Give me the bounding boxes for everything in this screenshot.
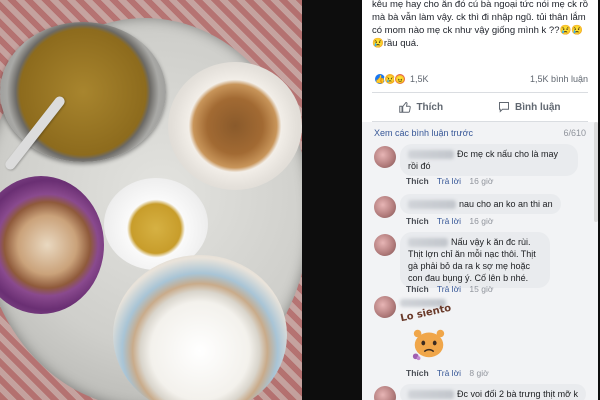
- comment-reply-button[interactable]: Trả lời: [437, 176, 461, 186]
- comment-icon: [498, 102, 509, 113]
- comment-meta: Thích Trả lời 16 giờ: [406, 216, 493, 226]
- comment-count[interactable]: 1,5K bình luận: [530, 74, 588, 84]
- facebook-post-panel: kêu mẹ hay cho ăn đó cú bà ngoại tức nói…: [362, 0, 598, 400]
- comment-item: Nấu vậy k ăn đc rùi. Thịt lợn chỉ ăn mỗi…: [374, 232, 590, 296]
- blurred-author-name[interactable]: [408, 390, 454, 400]
- avatar[interactable]: [374, 196, 396, 218]
- comments-section: Xem các bình luận trước 6/610 Đc mẹ ck n…: [362, 122, 598, 400]
- avatar[interactable]: [374, 234, 396, 256]
- comment-like-button[interactable]: Thích: [406, 284, 429, 294]
- comment-like-button[interactable]: Thích: [406, 216, 429, 226]
- comment-reply-button[interactable]: Trả lời: [437, 216, 461, 226]
- comment-meta: Thích Trả lời 15 giờ: [406, 284, 493, 294]
- view-previous-comments-link[interactable]: Xem các bình luận trước: [374, 128, 473, 142]
- comment-bubble: Đc voi đối 2 bà trưng thịt mỡ k: [400, 384, 586, 400]
- comment-time: 15 giờ: [469, 284, 494, 294]
- crying-bear-icon: [412, 329, 445, 361]
- comment-item: nau cho an ko an thi an Thích Trả lời 16…: [374, 194, 590, 230]
- comment-time: 16 giờ: [469, 216, 494, 226]
- post-text: kêu mẹ hay cho ăn đó cú bà ngoại tức nói…: [362, 0, 598, 50]
- avatar[interactable]: [374, 296, 396, 318]
- blurred-author-name[interactable]: [408, 150, 454, 160]
- comment-reply-button[interactable]: Trả lời: [437, 284, 461, 294]
- reactions-bar[interactable]: 👍 😢 😠 1,5K 1,5K bình luận: [374, 70, 588, 88]
- post-line: mà bà vẫn làm vậy. ck thì đi nhập ngũ. t…: [372, 12, 586, 23]
- comment-bubble: nau cho an ko an thi an: [400, 194, 561, 214]
- comment-text: nau cho an ko an thi an: [459, 199, 553, 209]
- comment-text: Đc voi đối 2 bà trưng thịt mỡ k: [457, 389, 578, 399]
- comment-page-count: 6/610: [563, 128, 586, 138]
- avatar[interactable]: [374, 386, 396, 400]
- reaction-count[interactable]: 1,5K: [410, 74, 429, 84]
- comment-button[interactable]: Bình luận: [498, 101, 561, 113]
- post-line: kêu mẹ hay cho ăn đó cú bà ngoại tức nói…: [372, 0, 588, 10]
- comment-bubble: Nấu vậy k ăn đc rùi. Thịt lợn chỉ ăn mỗi…: [400, 232, 550, 288]
- comment-time: 8 giờ: [469, 368, 489, 378]
- post-actions: Thích Bình luận: [372, 92, 588, 122]
- comment-bubble: Đc mẹ ck nấu cho là may rồi đó: [400, 144, 578, 176]
- comments-header: Xem các bình luận trước 6/610: [362, 122, 598, 142]
- comment-meta: Thích Trả lời 16 giờ: [406, 176, 493, 186]
- comment-item: Đc mẹ ck nấu cho là may rồi đó Thích Trả…: [374, 144, 590, 188]
- like-button[interactable]: Thích: [399, 101, 443, 113]
- blurred-author-name[interactable]: [408, 238, 448, 248]
- thumbs-up-icon: [399, 102, 412, 113]
- avatar[interactable]: [374, 146, 396, 168]
- like-label: Thích: [416, 101, 444, 113]
- angry-icon: 😠: [394, 73, 406, 85]
- scrollbar[interactable]: [594, 122, 598, 222]
- blurred-author-name[interactable]: [408, 200, 456, 210]
- lo-siento-sticker[interactable]: Lo siento: [399, 303, 456, 370]
- post-line: có mom nào mẹ ck như vậy giống mình k ??…: [372, 25, 584, 36]
- food-photo: [0, 0, 302, 400]
- comment-label: Bình luận: [514, 101, 561, 113]
- comment-item: Đc voi đối 2 bà trưng thịt mỡ k: [374, 384, 590, 400]
- post-line: 😢rầu quá.: [372, 38, 419, 49]
- comment-time: 16 giờ: [469, 176, 494, 186]
- chicken-bowl: [168, 62, 302, 190]
- comment-like-button[interactable]: Thích: [406, 176, 429, 186]
